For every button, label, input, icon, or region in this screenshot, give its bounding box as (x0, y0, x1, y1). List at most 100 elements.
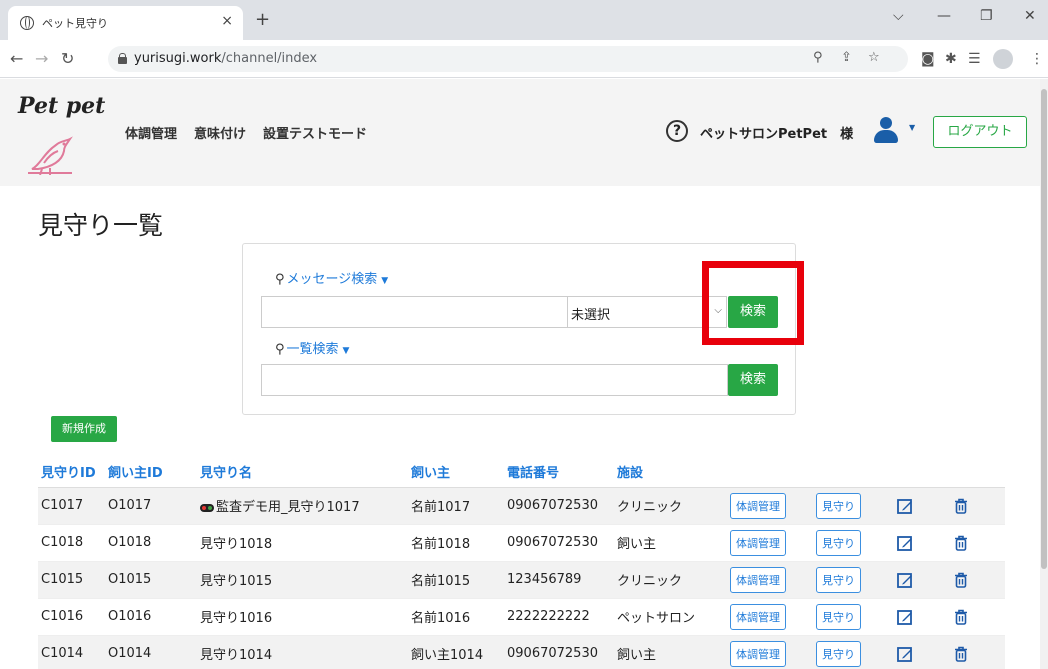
back-icon[interactable]: ← (10, 49, 23, 68)
message-search-input[interactable] (261, 296, 568, 328)
list-search-toggle[interactable]: ⚲ 一覧検索 ▼ (275, 338, 349, 357)
table-body: C1017 O1017 監査デモ用_見守り1017 名前1017 09067072530… (38, 487, 1005, 669)
forward-icon[interactable]: → (35, 49, 48, 68)
col-header-owner[interactable]: 飼い主 (408, 457, 504, 488)
trash-icon[interactable] (953, 609, 969, 625)
nav-meaning-link[interactable]: 意味付け (194, 123, 246, 142)
reload-icon[interactable]: ↻ (61, 49, 74, 68)
table-row: C1016 O1016 見守り1016 名前1016 2222222222 ペットサロン 体… (38, 598, 1005, 636)
user-icon[interactable] (872, 115, 900, 145)
health-button[interactable]: 体調管理 (730, 492, 786, 519)
trash-icon[interactable] (953, 646, 969, 662)
health-button[interactable]: 体調管理 (730, 566, 786, 593)
health-button[interactable]: 体調管理 (730, 603, 786, 630)
zoom-icon[interactable]: ⚲ (813, 50, 823, 65)
logo-text[interactable]: Pet pet (18, 93, 105, 119)
share-icon[interactable]: ⇪ (841, 50, 852, 65)
cell-owner-id: O1018 (105, 524, 197, 562)
watch-button[interactable]: 見守り (816, 566, 861, 593)
cell-text: 見守り1015 (200, 574, 273, 589)
cell-owner: 名前1016 (408, 598, 504, 636)
nav-test-mode-link[interactable]: 設置テストモード (263, 123, 367, 142)
cell-text: O1018 (108, 535, 152, 550)
close-window-button[interactable]: ✕ (1024, 8, 1036, 24)
edit-icon[interactable] (897, 572, 913, 588)
table-row: C1014 O1014 見守り1014 飼い主1014 09067072530 飼い主 体調… (38, 635, 1005, 669)
menu-kebab-icon[interactable]: ⋮ (1030, 51, 1044, 67)
bookmark-star-icon[interactable]: ☆ (868, 50, 880, 65)
cell-text: C1015 (41, 572, 84, 587)
cell-text: 飼い主 (617, 648, 657, 663)
search-icon: ⚲ (275, 272, 285, 287)
globe-icon (20, 16, 34, 30)
cell-owner-id: O1014 (105, 635, 197, 669)
watch-button[interactable]: 見守り (816, 529, 861, 556)
edit-icon[interactable] (897, 535, 913, 551)
edit-icon[interactable] (897, 609, 913, 625)
cell-text: 名前1016 (411, 611, 471, 626)
cell-phone: 123456789 (504, 561, 614, 599)
health-button[interactable]: 体調管理 (730, 640, 786, 667)
action-cell (894, 561, 950, 599)
cell-id: C1017 (38, 487, 105, 525)
col-header-phone[interactable]: 電話番号 (504, 457, 614, 488)
action-cell: 見守り (813, 635, 894, 669)
cell-owner-id: O1015 (105, 561, 197, 599)
minimize-button[interactable]: — (937, 8, 951, 24)
col-header-owner-id[interactable]: 飼い主ID (105, 457, 197, 488)
cell-owner: 名前1017 (408, 487, 504, 525)
new-tab-button[interactable]: + (255, 9, 270, 30)
cell-name: 監査デモ用_見守り1017 (197, 487, 408, 525)
action-cell: 体調管理 (727, 487, 813, 525)
cell-name: 見守り1016 (197, 598, 408, 636)
browser-tab[interactable]: ペット見守り × (8, 6, 243, 40)
caret-down-icon[interactable]: ▼ (909, 123, 915, 132)
cell-owner: 飼い主1014 (408, 635, 504, 669)
tab-search-icon[interactable]: ⌵ (893, 8, 904, 24)
cell-facility: 飼い主 (614, 524, 727, 562)
trash-icon[interactable] (953, 498, 969, 514)
edit-icon[interactable] (897, 498, 913, 514)
camera-icon[interactable]: ◙ (921, 51, 935, 67)
edit-icon[interactable] (897, 646, 913, 662)
trash-icon[interactable] (953, 535, 969, 551)
watch-button[interactable]: 見守り (816, 492, 861, 519)
list-search-input[interactable] (261, 364, 728, 396)
tab-close-button[interactable]: × (221, 13, 233, 29)
action-cell: 体調管理 (727, 561, 813, 599)
watch-button[interactable]: 見守り (816, 640, 861, 667)
logout-button[interactable]: ログアウト (933, 116, 1027, 148)
caret-down-icon: ▼ (342, 346, 350, 356)
action-cell (894, 487, 950, 525)
cell-text: C1017 (41, 498, 84, 513)
bird-logo-icon[interactable] (26, 131, 74, 175)
watch-button[interactable]: 見守り (816, 603, 861, 630)
scrollbar[interactable] (1040, 79, 1048, 669)
list-search-button[interactable]: 検索 (728, 364, 778, 396)
col-header-id[interactable]: 見守りID (38, 457, 105, 488)
message-search-toggle[interactable]: ⚲ メッセージ検索 ▼ (275, 268, 388, 287)
status-light-icon (200, 503, 214, 512)
cell-text: 飼い主 (617, 537, 657, 552)
reading-list-icon[interactable]: ☰ (968, 51, 981, 67)
table-row: C1018 O1018 見守り1018 名前1018 09067072530 飼い主 体調管… (38, 524, 1005, 562)
nav-health-link[interactable]: 体調管理 (125, 123, 177, 142)
action-cell (894, 524, 950, 562)
new-create-button[interactable]: 新規作成 (51, 416, 117, 442)
col-header-name[interactable]: 見守り名 (197, 457, 408, 488)
maximize-button[interactable]: ❐ (980, 8, 993, 24)
cell-text: 見守り1014 (200, 648, 273, 663)
cell-name: 見守り1015 (197, 561, 408, 599)
extensions-icon[interactable]: ✱ (945, 51, 957, 67)
cell-owner: 名前1015 (408, 561, 504, 599)
cell-text: O1014 (108, 646, 152, 661)
tab-title: ペット見守り (42, 17, 108, 30)
cell-text: 名前1015 (411, 574, 471, 589)
help-icon[interactable]: ? (666, 120, 688, 142)
cell-text: 監査デモ用_見守り1017 (216, 500, 360, 515)
url-field[interactable]: yurisugi.work/channel/index ⚲ ⇪ ☆ (108, 46, 908, 72)
trash-icon[interactable] (953, 572, 969, 588)
profile-avatar[interactable] (993, 49, 1013, 69)
cell-name: 見守り1014 (197, 635, 408, 669)
health-button[interactable]: 体調管理 (730, 529, 786, 556)
